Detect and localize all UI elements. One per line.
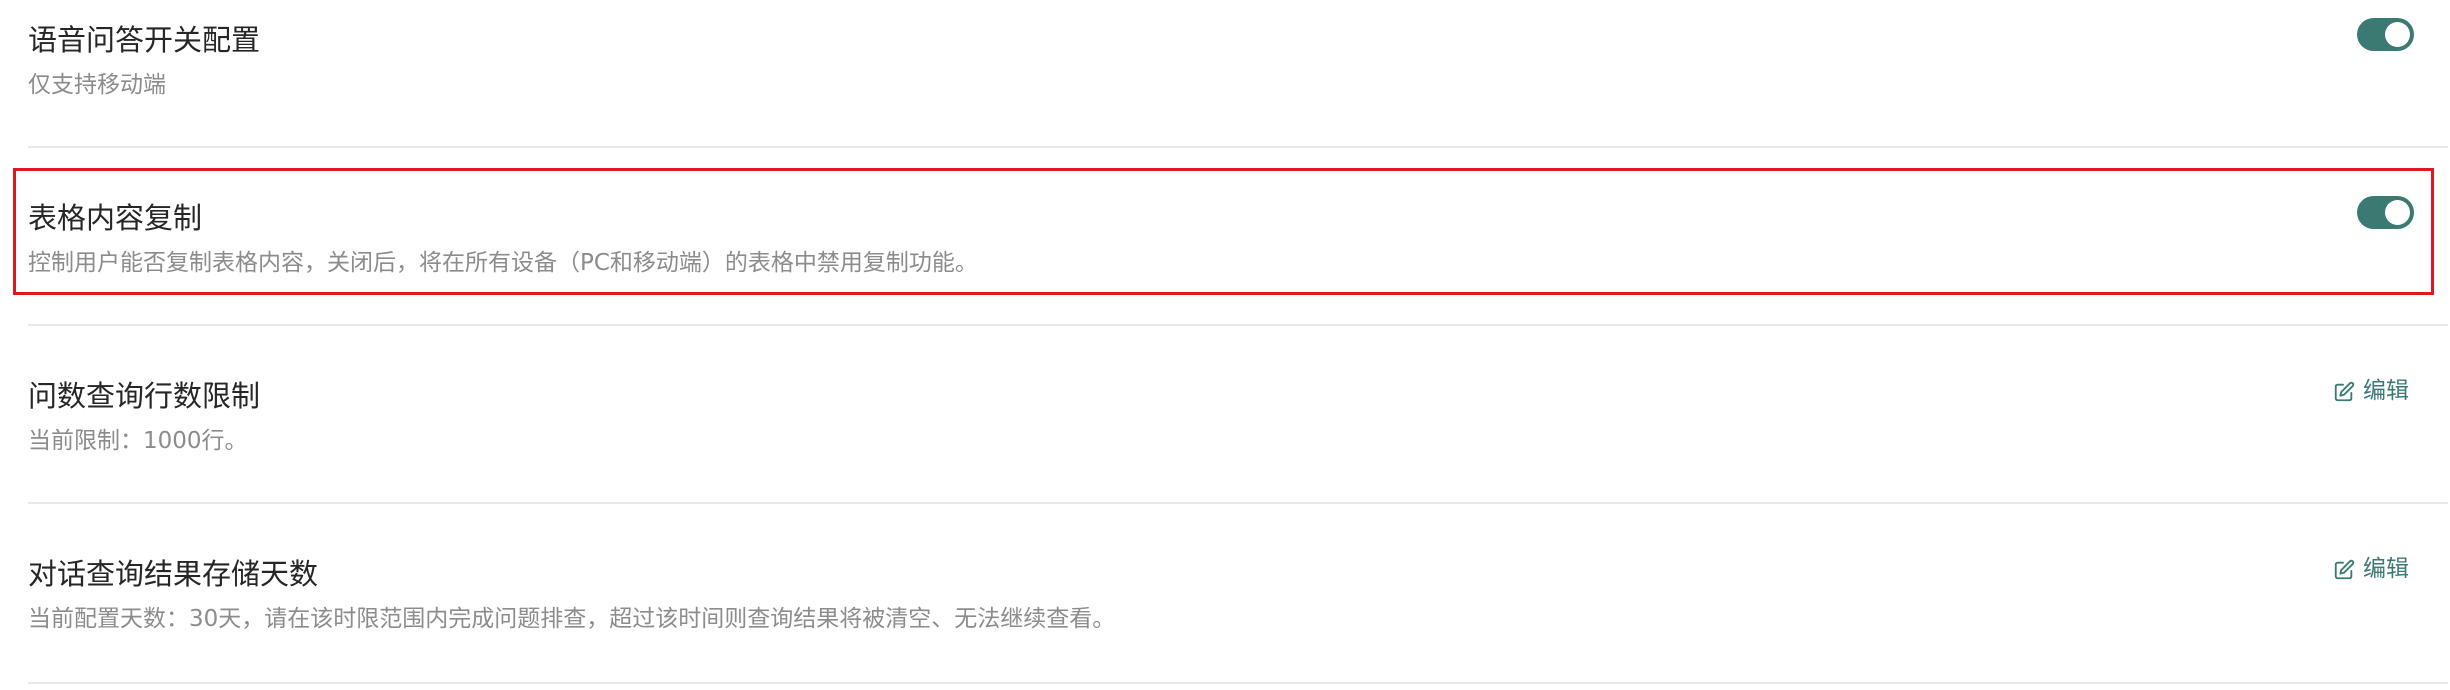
toggle-knob	[2385, 200, 2410, 225]
edit-icon	[2334, 381, 2355, 401]
edit-button[interactable]: 编辑	[2333, 558, 2409, 581]
toggle-knob	[2385, 22, 2410, 47]
table-copy-toggle[interactable]	[2357, 196, 2414, 229]
setting-table-copy: 表格内容复制 控制用户能否复制表格内容，关闭后，将在所有设备（PC和移动端）的表…	[0, 150, 2450, 328]
setting-description: 当前配置天数：30天，请在该时限范围内完成问题排查，超过该时间则查询结果将被清空…	[28, 606, 1116, 632]
setting-title: 语音问答开关配置	[28, 23, 261, 57]
setting-title: 表格内容复制	[28, 201, 203, 235]
edit-icon	[2334, 559, 2355, 579]
setting-query-row-limit: 问数查询行数限制 当前限制：1000行。 编辑	[0, 328, 2450, 506]
setting-result-retention-days: 对话查询结果存储天数 当前配置天数：30天，请在该时限范围内完成问题排查，超过该…	[0, 506, 2450, 688]
setting-description: 仅支持移动端	[28, 72, 166, 98]
setting-title: 对话查询结果存储天数	[28, 557, 319, 591]
setting-description: 当前限制：1000行。	[28, 428, 248, 454]
settings-list: 语音问答开关配置 仅支持移动端 表格内容复制 控制用户能否复制表格内容，关闭后，…	[0, 0, 2450, 690]
divider	[28, 324, 2448, 326]
divider	[28, 146, 2448, 148]
setting-voice-qa: 语音问答开关配置 仅支持移动端	[0, 0, 2450, 150]
divider	[28, 682, 2448, 684]
edit-button[interactable]: 编辑	[2333, 380, 2409, 403]
voice-qa-toggle[interactable]	[2357, 18, 2414, 51]
setting-title: 问数查询行数限制	[28, 379, 261, 413]
edit-label: 编辑	[2363, 556, 2409, 582]
setting-description: 控制用户能否复制表格内容，关闭后，将在所有设备（PC和移动端）的表格中禁用复制功…	[28, 250, 978, 276]
divider	[28, 502, 2448, 504]
edit-label: 编辑	[2363, 378, 2409, 404]
